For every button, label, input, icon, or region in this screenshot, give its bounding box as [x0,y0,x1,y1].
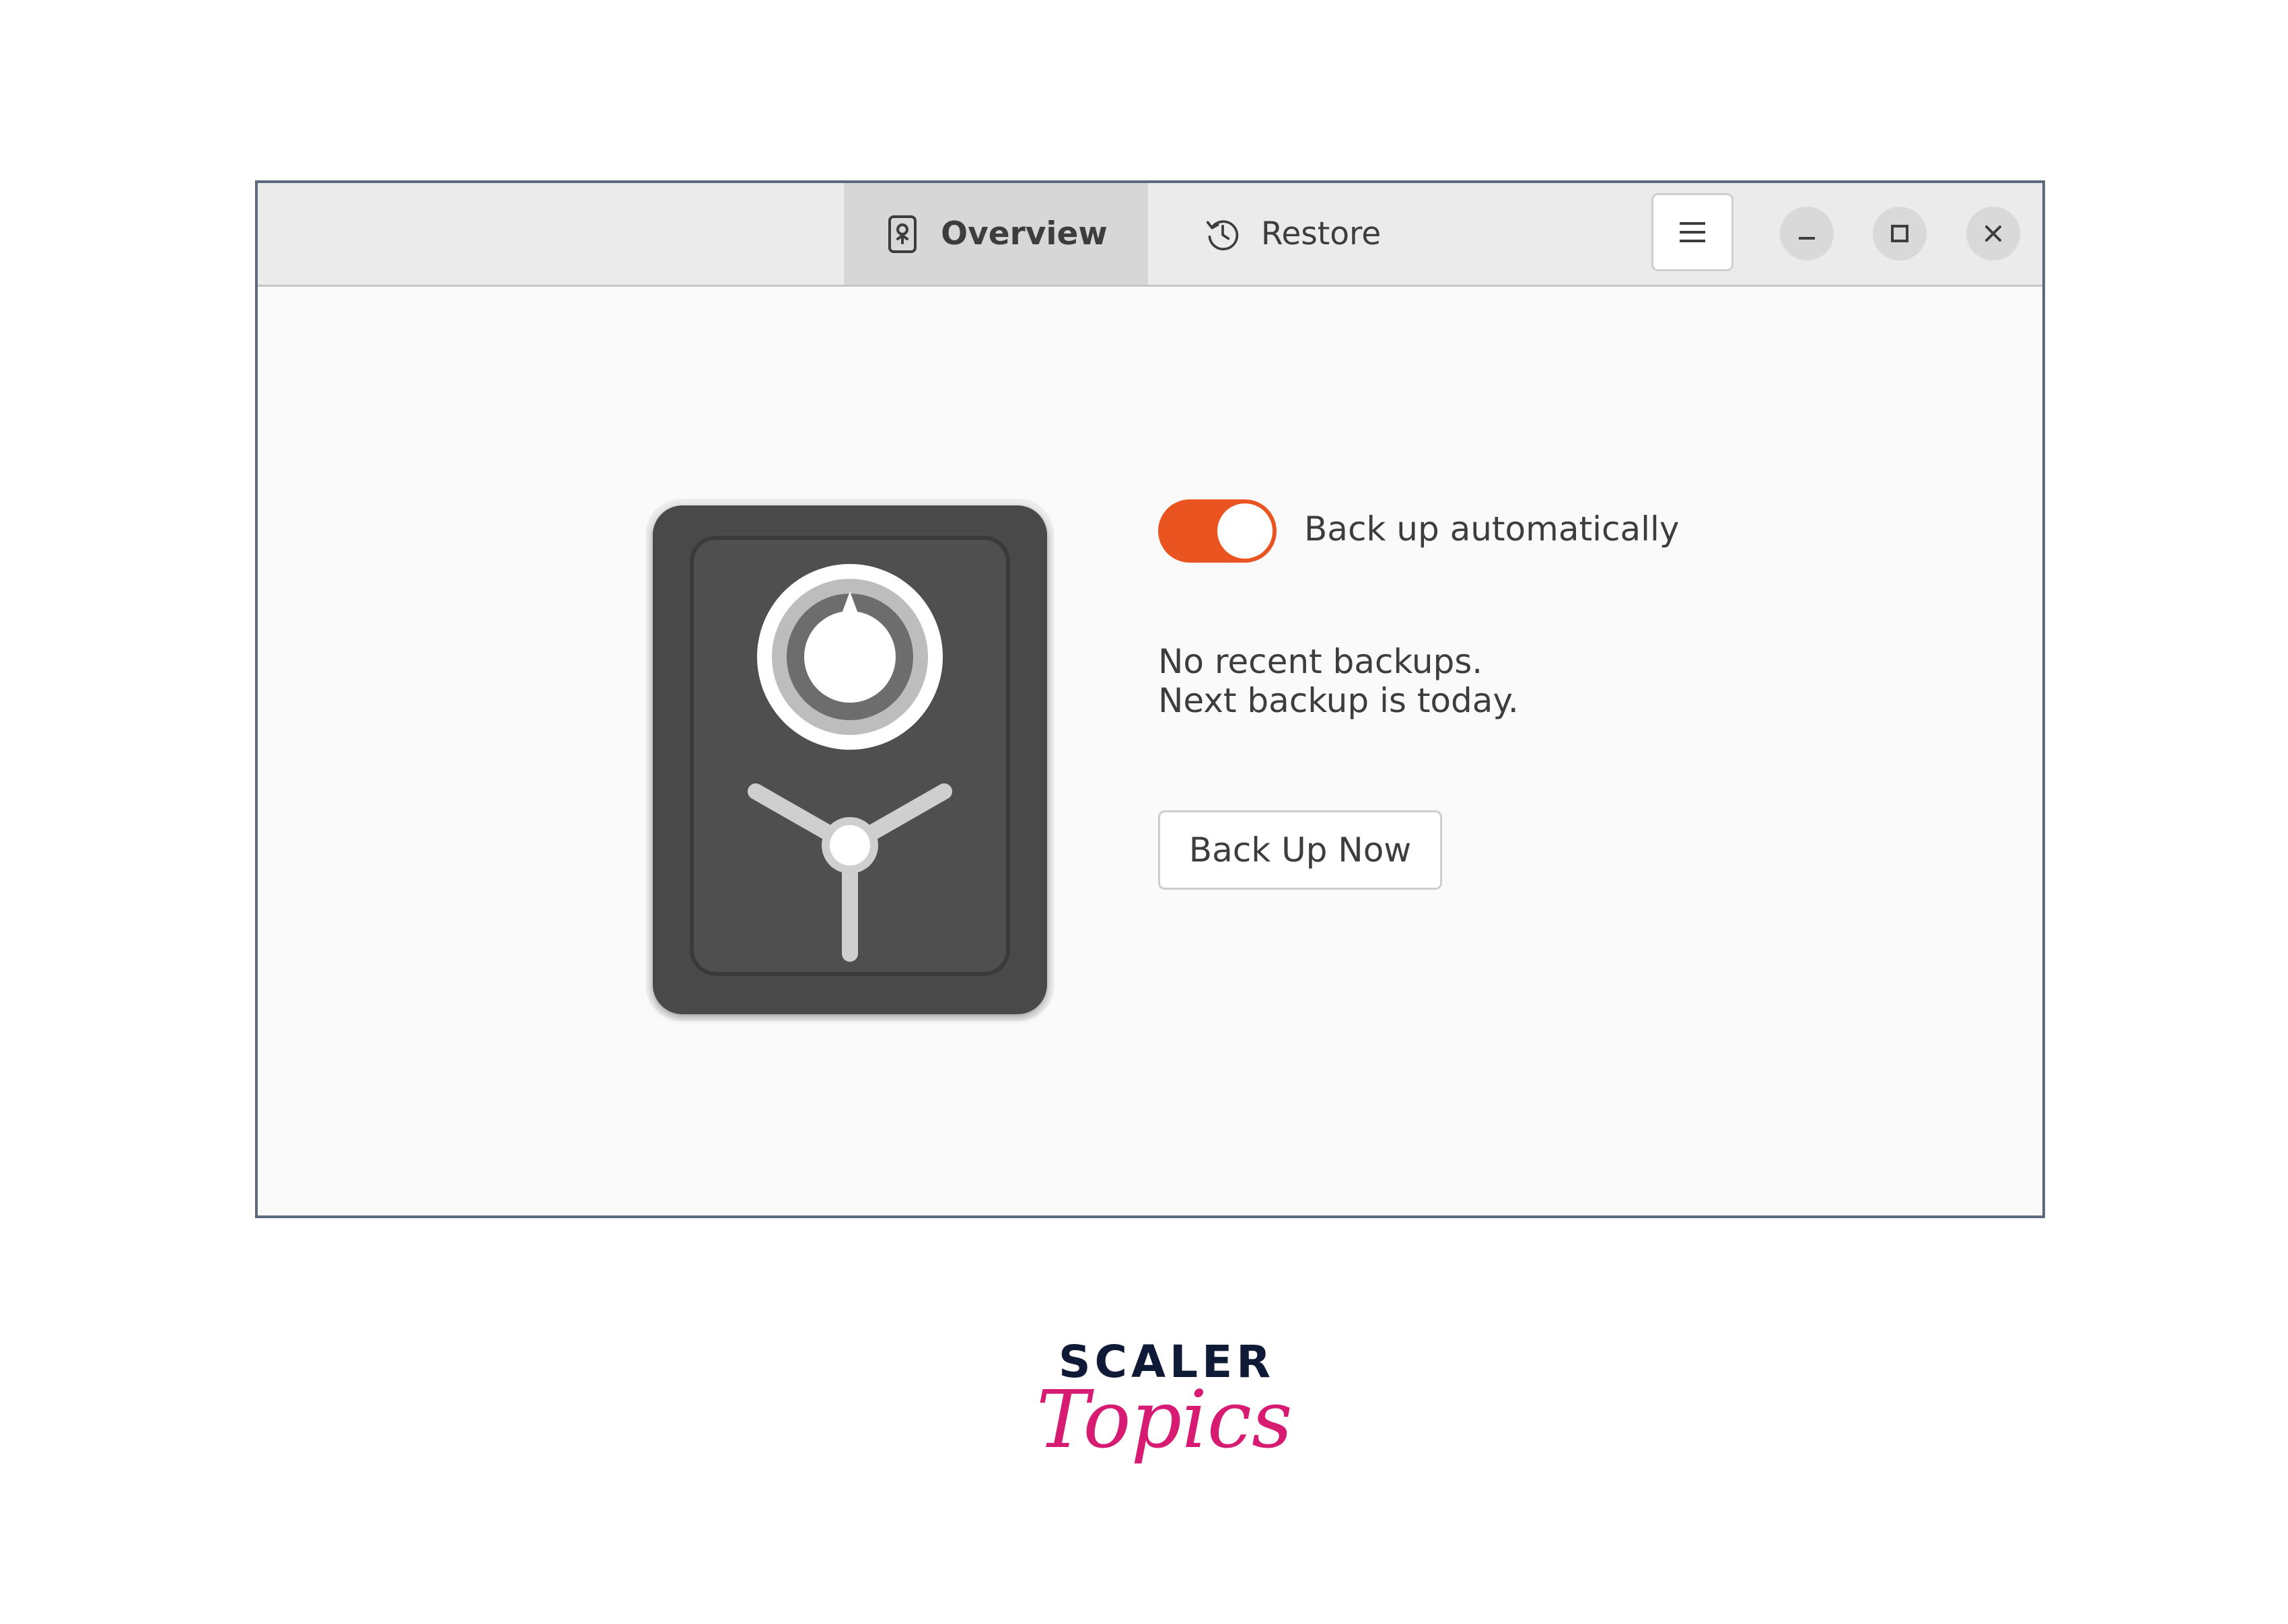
logo-wordmark-topics: Topics [1036,1373,1293,1466]
hamburger-menu-icon [1680,222,1705,242]
auto-backup-label: Back up automatically [1304,509,1680,549]
safe-illustration [646,499,1054,1021]
headerbar: Overview Restore [258,183,2042,287]
next-backup-status: Next backup is today. [1158,681,1519,720]
main-menu-button[interactable] [1651,193,1733,271]
backup-status: No recent backups. [1158,642,1483,681]
close-icon [1985,225,2001,242]
tab-overview-label: Overview [941,215,1108,252]
close-button[interactable] [1966,207,2020,260]
minimize-button[interactable] [1780,207,1834,260]
minimize-icon [1799,237,1815,240]
tab-restore-label: Restore [1260,215,1382,252]
maximize-icon [1891,225,1908,242]
tab-overview[interactable]: Overview [844,183,1148,285]
maximize-button[interactable] [1873,207,1927,260]
deja-dup-window: Overview Restore Back up automatically N… [255,180,2045,1218]
switch-knob [1217,503,1273,559]
auto-backup-switch[interactable] [1158,499,1277,563]
history-icon [1206,219,1238,250]
safe-icon [888,215,917,253]
back-up-now-button[interactable]: Back Up Now [1158,810,1442,890]
scaler-topics-logo: SCALER Topics [1036,1336,1293,1504]
tab-restore[interactable]: Restore [1148,183,1437,285]
